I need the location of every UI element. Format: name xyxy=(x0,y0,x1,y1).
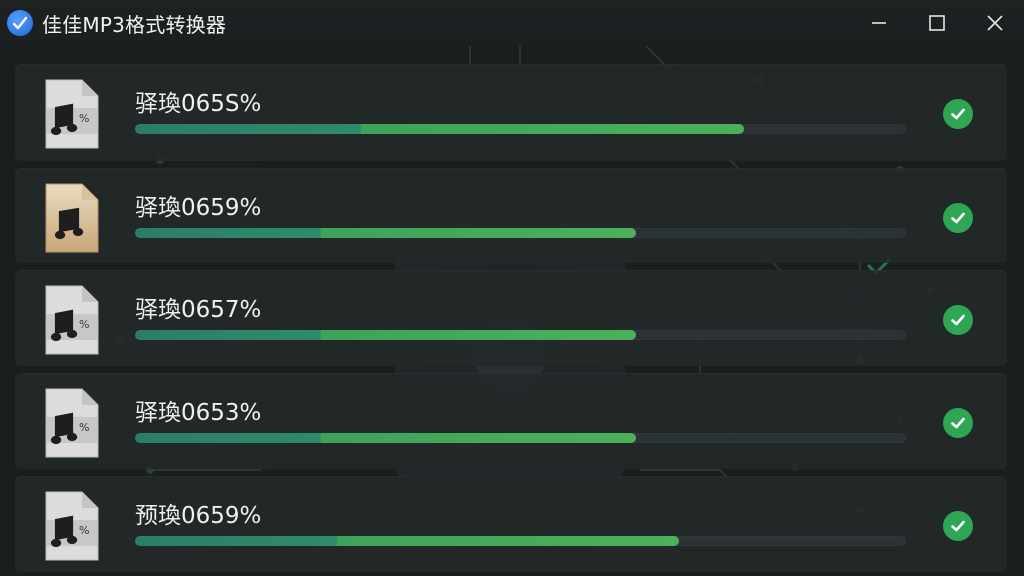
music-file-percent-icon: % xyxy=(45,285,99,355)
progress-fill xyxy=(135,228,637,238)
file-row[interactable]: % 驿瑍0657% xyxy=(15,270,1007,366)
minimize-icon xyxy=(872,22,886,24)
progress-bar xyxy=(135,228,906,238)
music-file-percent-icon: % xyxy=(45,388,99,458)
file-name: 驿瑍065S% xyxy=(135,91,262,117)
check-circle-icon xyxy=(943,99,973,129)
progress-fill xyxy=(135,536,679,546)
close-icon xyxy=(987,15,1003,31)
check-circle-icon xyxy=(943,203,973,233)
check-circle-icon xyxy=(943,305,973,335)
app-logo-icon xyxy=(7,10,33,36)
title-bar: 佳佳MP3格式转换器 xyxy=(0,0,1024,46)
progress-bar xyxy=(135,433,906,443)
file-row[interactable]: 驿瑍0659% xyxy=(15,168,1007,263)
file-name: 驿瑍0659% xyxy=(135,195,262,221)
music-file-percent-icon: % xyxy=(45,79,99,149)
progress-fill xyxy=(135,433,637,443)
window-title: 佳佳MP3格式转换器 xyxy=(42,12,227,37)
file-name: 驿瑍0653% xyxy=(135,400,262,426)
conversion-list: % 驿瑍065S% 驿瑍0659% % 驿瑍0657% % 驿瑍0653% % … xyxy=(15,64,1007,572)
check-circle-icon xyxy=(943,408,973,438)
music-file-percent-icon: % xyxy=(45,491,99,561)
close-button[interactable] xyxy=(966,0,1024,46)
progress-fill xyxy=(135,330,637,340)
music-file-gold-icon xyxy=(45,183,99,253)
progress-fill xyxy=(135,124,745,134)
check-circle-icon xyxy=(943,511,973,541)
file-row[interactable]: % 驿瑍065S% xyxy=(15,64,1007,161)
progress-bar xyxy=(135,124,906,134)
progress-bar xyxy=(135,536,906,546)
file-row[interactable]: % 预瑍0659% xyxy=(15,476,1007,572)
maximize-icon xyxy=(929,15,945,31)
minimize-button[interactable] xyxy=(850,0,908,46)
window-controls xyxy=(850,0,1024,46)
svg-text:%: % xyxy=(79,524,89,537)
file-name: 预瑍0659% xyxy=(135,503,262,529)
svg-text:%: % xyxy=(79,421,89,434)
file-row[interactable]: % 驿瑍0653% xyxy=(15,373,1007,469)
progress-bar xyxy=(135,330,906,340)
svg-text:%: % xyxy=(79,318,89,331)
file-name: 驿瑍0657% xyxy=(135,297,262,323)
maximize-button[interactable] xyxy=(908,0,966,46)
svg-text:%: % xyxy=(79,112,89,125)
